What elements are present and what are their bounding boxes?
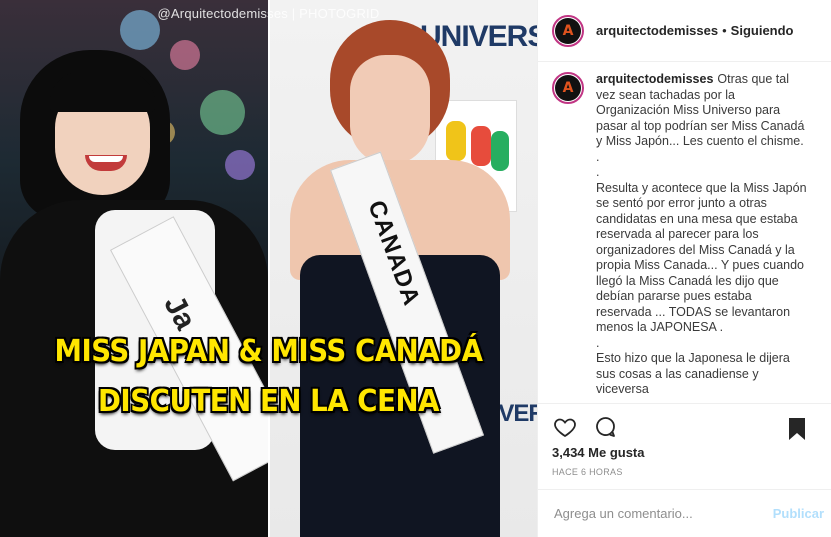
caption-paragraph: . xyxy=(596,149,600,164)
bookmark-icon[interactable] xyxy=(784,416,810,442)
action-bar xyxy=(538,403,831,449)
caption-comment: A arquitectodemisses Otras que tal vez se… xyxy=(552,72,822,398)
comment-bar: Publicar xyxy=(538,489,831,537)
photo-right: UNIVERS UNIVERS CANADA xyxy=(270,0,537,537)
post-timestamp[interactable]: HACE 6 HORAS xyxy=(552,467,623,477)
post-media[interactable]: Ja UNIVERS UNIVERS CANADA @Arquitectodem… xyxy=(0,0,537,537)
speech-bubble-icon[interactable] xyxy=(592,414,618,440)
caption-username[interactable]: arquitectodemisses xyxy=(596,72,713,86)
caption-paragraph: arquitectodemisses Otras que tal vez sean… xyxy=(596,72,808,150)
caption-avatar-letter: A xyxy=(562,80,574,96)
photo-watermark: @Arquitectodemisses | PHOTOGRID xyxy=(157,6,380,21)
caption-area[interactable]: A arquitectodemisses Otras que tal vez se… xyxy=(552,72,822,402)
photo-left: Ja xyxy=(0,0,268,537)
caption-paragraph: Resulta y acontece que la Miss Japón se … xyxy=(596,180,807,335)
comment-input[interactable] xyxy=(552,505,773,522)
sash-left-text: Ja xyxy=(157,290,203,336)
heart-icon[interactable] xyxy=(552,414,578,440)
post-header: A arquitectodemisses • Siguiendo xyxy=(538,0,831,62)
following-button[interactable]: Siguiendo xyxy=(731,23,794,38)
avatar[interactable]: A xyxy=(552,14,584,47)
post-comment-button[interactable]: Publicar xyxy=(773,506,824,521)
like-count[interactable]: 3,434 Me gusta xyxy=(552,445,645,460)
headline-line-1: MISS JAPAN & MISS CANADÁ xyxy=(54,334,483,369)
caption-paragraph: . xyxy=(596,165,600,179)
caption-avatar[interactable]: A xyxy=(552,72,584,104)
caption-text: arquitectodemisses Otras que tal vez sean… xyxy=(596,72,808,398)
avatar-letter: A xyxy=(562,22,574,39)
headline-line-2: DISCUTEN EN LA CENA xyxy=(97,384,440,419)
caption-paragraph: . xyxy=(596,335,600,350)
header-username[interactable]: arquitectodemisses xyxy=(596,23,718,38)
caption-paragraph: Esto hizo que la Japonesa le dijera sus … xyxy=(596,351,790,396)
header-separator: • xyxy=(722,23,727,38)
post-sidebar: A arquitectodemisses • Siguiendo A arqui… xyxy=(537,0,831,537)
